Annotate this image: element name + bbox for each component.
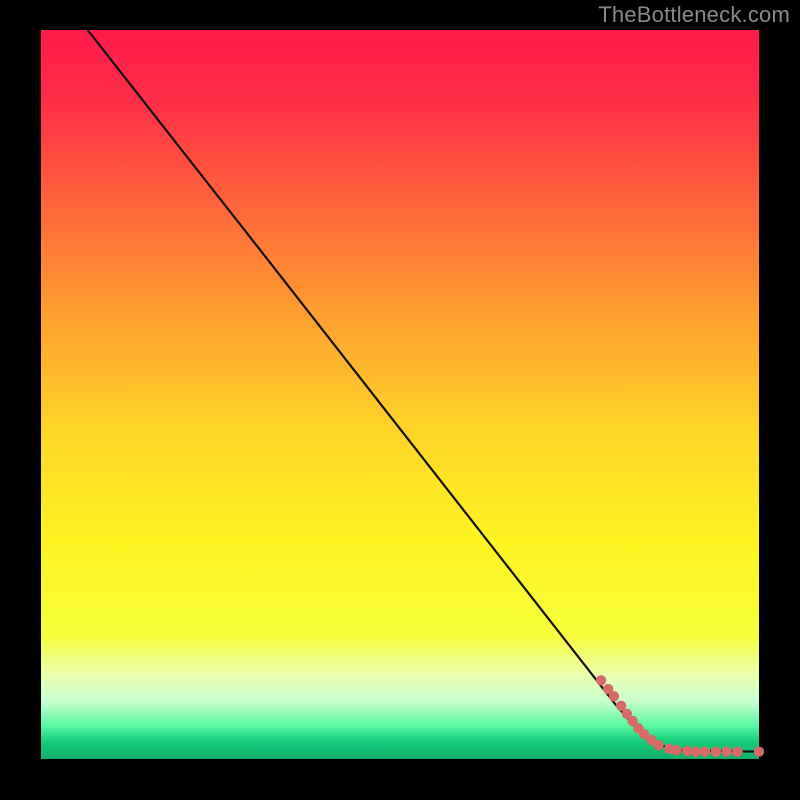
data-point [721,747,731,757]
data-point [671,745,681,755]
data-point [691,747,701,757]
data-point [700,747,710,757]
data-point [711,747,721,757]
data-point [609,691,619,701]
bottleneck-chart [0,0,800,800]
plot-background [41,30,759,759]
data-point [653,740,663,750]
data-point [754,747,764,757]
chart-frame: TheBottleneck.com [0,0,800,800]
data-point [596,675,606,685]
data-point [732,747,742,757]
